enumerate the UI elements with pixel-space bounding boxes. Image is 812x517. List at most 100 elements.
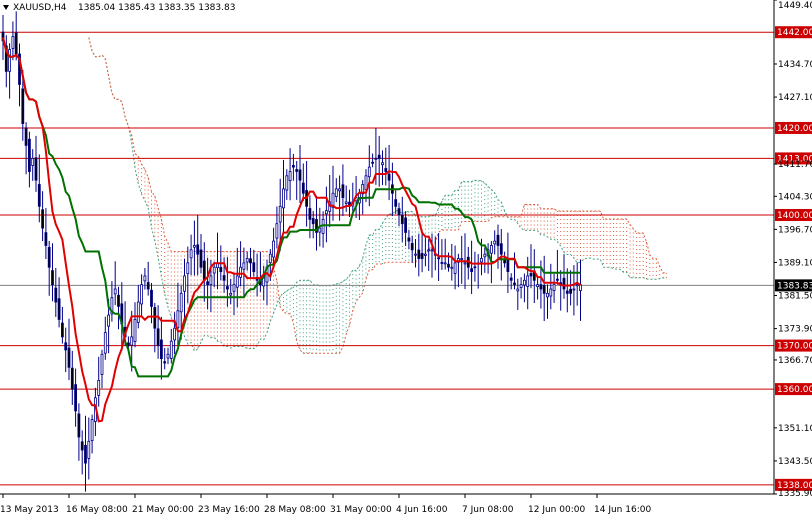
candle-body xyxy=(387,173,391,181)
candle-body xyxy=(77,413,81,438)
candle-body xyxy=(318,227,322,233)
candle-body xyxy=(377,154,381,159)
candle-body xyxy=(443,262,447,265)
candle-body xyxy=(427,249,431,252)
candle-body xyxy=(252,262,256,272)
candle-body xyxy=(496,234,500,246)
candle-body xyxy=(324,210,328,215)
candle-body xyxy=(523,279,526,286)
y-tick-label: 1449.40 xyxy=(778,1,812,11)
symbol-label: XAUUSD,H4 xyxy=(13,3,67,13)
candle-body xyxy=(298,169,302,181)
level-label: 1360.00 xyxy=(777,385,812,395)
candle-body xyxy=(186,262,190,275)
candle-body xyxy=(143,275,147,282)
candle-body xyxy=(87,440,91,459)
candle-body xyxy=(463,262,467,265)
candle-body xyxy=(473,266,477,269)
candle-body xyxy=(90,419,94,442)
candle-body xyxy=(334,188,338,197)
candle-body xyxy=(275,223,279,239)
candle-body xyxy=(450,266,454,269)
candle-body xyxy=(107,314,110,327)
candle-body xyxy=(11,36,15,49)
level-label: 1442.00 xyxy=(777,28,812,38)
candle-body xyxy=(67,347,71,368)
x-tick-label: 7 Jun 08:00 xyxy=(462,505,514,515)
candle-body xyxy=(546,292,549,298)
candle-body xyxy=(100,353,104,375)
candle-body xyxy=(225,286,229,290)
candle-body xyxy=(529,273,533,277)
candle-body xyxy=(163,361,167,364)
candle-body xyxy=(526,275,530,287)
candle-body xyxy=(183,275,186,292)
candle-body xyxy=(374,157,378,160)
candle-body xyxy=(430,249,434,252)
x-tick-label: 12 Jun 00:00 xyxy=(528,505,585,515)
candle-body xyxy=(562,277,566,290)
x-tick-label: 16 May 08:00 xyxy=(66,505,128,515)
candle-body xyxy=(229,292,233,296)
candle-body xyxy=(113,288,117,295)
candle-body xyxy=(404,217,408,233)
candle-body xyxy=(506,259,510,272)
candle-body xyxy=(189,249,193,259)
candle-body xyxy=(57,298,61,320)
candle-body xyxy=(14,32,18,55)
candle-body xyxy=(8,49,12,72)
candle-body xyxy=(384,168,388,172)
y-tick-label: 1434.70 xyxy=(778,60,812,70)
candle-body xyxy=(453,262,457,274)
candle-body xyxy=(480,258,483,263)
candle-body xyxy=(552,284,556,291)
y-tick-label: 1427.10 xyxy=(778,93,812,103)
candle-body xyxy=(64,342,68,351)
candle-body xyxy=(572,288,576,291)
candle-body xyxy=(420,253,424,259)
candle-body xyxy=(61,322,64,338)
candle-body xyxy=(513,282,516,286)
y-tick-label: 1366.70 xyxy=(778,356,812,366)
candle-body xyxy=(219,267,223,272)
candle-body xyxy=(192,245,196,248)
candle-body xyxy=(516,288,520,292)
candle-body xyxy=(410,242,414,251)
candle-body xyxy=(37,184,41,207)
candle-body xyxy=(549,288,553,297)
candle-body xyxy=(268,253,272,264)
candle-body xyxy=(44,232,48,246)
candle-body xyxy=(117,294,120,307)
price-chart[interactable]: 1442.001420.001413.001400.001370.001360.… xyxy=(0,0,812,517)
candle-body xyxy=(291,165,295,168)
candle-body xyxy=(136,301,140,323)
candle-body xyxy=(51,270,54,286)
candle-body xyxy=(159,339,163,360)
chart-window[interactable]: 1442.00 1420.00 1413.00 1400.00 1370.00 1360.… xyxy=(0,0,812,517)
candle-body xyxy=(381,162,384,166)
x-tick-label: 28 May 08:00 xyxy=(264,505,326,515)
candle-body xyxy=(519,284,523,288)
candle-body xyxy=(285,175,289,191)
candle-body xyxy=(542,285,546,294)
candle-body xyxy=(489,245,493,254)
level-label: 1370.00 xyxy=(777,342,812,352)
candle-body xyxy=(371,161,375,164)
y-tick-label: 1373.90 xyxy=(778,325,812,335)
x-tick-label: 4 Jun 16:00 xyxy=(396,505,448,515)
candle-body xyxy=(437,257,441,260)
candle-body xyxy=(288,171,292,182)
y-tick-label: 1381.50 xyxy=(778,292,812,302)
candle-body xyxy=(565,290,569,294)
candle-body xyxy=(569,288,572,294)
candle-body xyxy=(460,258,464,260)
candle-body xyxy=(173,327,177,341)
candle-body xyxy=(21,88,25,125)
candle-body xyxy=(509,277,513,281)
current-price-label: 1383.83 xyxy=(777,281,812,291)
candle-body xyxy=(80,441,84,451)
candle-body xyxy=(447,263,450,268)
candle-body xyxy=(338,188,342,192)
x-tick-label: 31 May 00:00 xyxy=(330,505,392,515)
candle-body xyxy=(470,268,474,272)
